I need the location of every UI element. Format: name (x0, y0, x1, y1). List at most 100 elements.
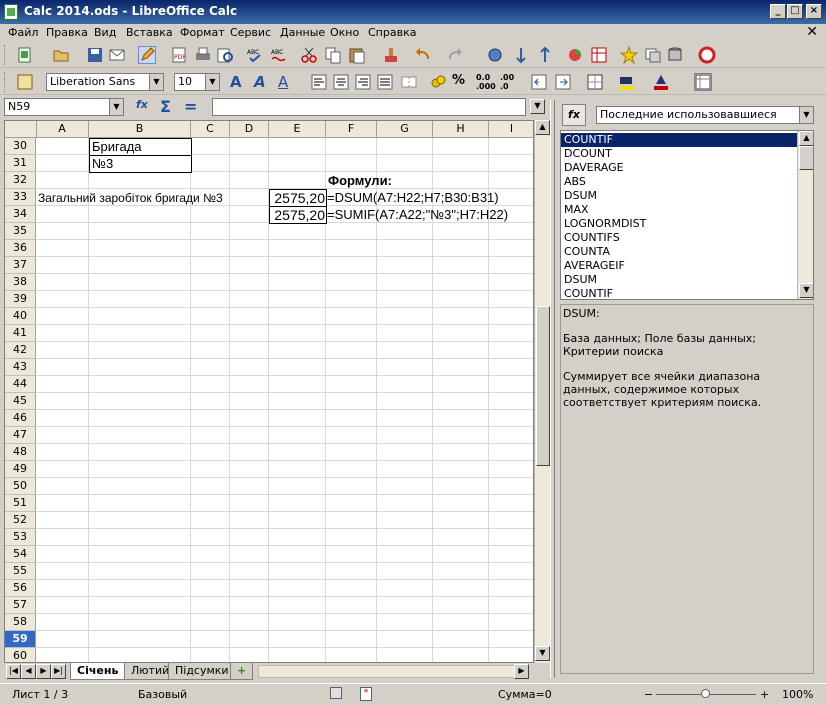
row-header[interactable]: 59 (5, 631, 36, 648)
scroll-up-icon[interactable]: ▲ (535, 120, 550, 135)
row-header[interactable]: 45 (5, 393, 36, 410)
sort-descending-icon[interactable] (536, 46, 554, 64)
row-header[interactable]: 43 (5, 359, 36, 376)
cell-f32[interactable]: Формули: (328, 173, 392, 189)
cell-f33[interactable]: =DSUM(A7:H22;H7;B30:B31) (327, 190, 499, 206)
row-header[interactable]: 54 (5, 546, 36, 563)
merge-cells-icon[interactable] (400, 73, 418, 91)
navigator-icon[interactable] (619, 45, 639, 65)
menu-insert[interactable]: Вставка (126, 26, 173, 39)
next-sheet-icon[interactable]: ▶ (36, 664, 51, 679)
scroll-down-icon[interactable]: ▼ (799, 283, 813, 298)
scroll-thumb[interactable] (799, 146, 813, 170)
prev-sheet-icon[interactable]: ◀ (21, 664, 36, 679)
align-left-icon[interactable] (310, 73, 328, 91)
row-header[interactable]: 48 (5, 444, 36, 461)
column-header-c[interactable]: C (191, 121, 230, 138)
align-center-icon[interactable] (332, 73, 350, 91)
zoom-level[interactable]: 100% (782, 688, 813, 701)
column-header-h[interactable]: H (433, 121, 489, 138)
font-color-icon[interactable] (652, 73, 670, 91)
decrease-indent-icon[interactable] (530, 73, 548, 91)
sidebar-splitter[interactable] (550, 100, 555, 678)
email-icon[interactable] (108, 46, 126, 64)
function-item[interactable]: COUNTA (561, 245, 797, 259)
function-item[interactable]: DSUM (561, 273, 797, 287)
row-header[interactable]: 33 (5, 189, 36, 206)
close-window-button[interactable]: × (806, 4, 822, 19)
chevron-down-icon[interactable]: ▼ (149, 74, 163, 90)
print-icon[interactable] (194, 46, 212, 64)
paste-icon[interactable] (348, 46, 366, 64)
row-header[interactable]: 53 (5, 529, 36, 546)
number-format-icon[interactable]: 0.0.000 (476, 73, 496, 91)
row-header[interactable]: 60 (5, 648, 36, 662)
column-header-f[interactable]: F (326, 121, 377, 138)
styles-icon[interactable] (16, 73, 34, 91)
selection-mode-icon[interactable] (330, 687, 342, 699)
sheet-tab-pidsumky[interactable]: Підсумки (168, 663, 236, 680)
function-wizard-icon[interactable]: fx (136, 98, 154, 116)
cell-a33[interactable]: Загальний заробіток бригади №3 (38, 190, 223, 206)
row-header[interactable]: 32 (5, 172, 36, 189)
row-header[interactable]: 55 (5, 563, 36, 580)
row-header[interactable]: 36 (5, 240, 36, 257)
horizontal-scrollbar[interactable] (258, 665, 518, 678)
function-item[interactable]: COUNTIFS (561, 231, 797, 245)
row-header[interactable]: 40 (5, 308, 36, 325)
menu-edit[interactable]: Правка (46, 26, 88, 39)
row-header[interactable]: 44 (5, 376, 36, 393)
row-header[interactable]: 38 (5, 274, 36, 291)
zoom-slider-thumb[interactable] (701, 689, 710, 698)
chevron-down-icon[interactable]: ▼ (799, 107, 813, 123)
menu-tools[interactable]: Сервис (230, 26, 271, 39)
function-list[interactable]: COUNTIF DCOUNT DAVERAGE ABS DSUM MAX LOG… (560, 130, 814, 300)
row-header[interactable]: 58 (5, 614, 36, 631)
row-header[interactable]: 56 (5, 580, 36, 597)
row-header[interactable]: 31 (5, 155, 36, 172)
expand-formula-bar-icon[interactable]: ▼ (530, 99, 545, 114)
name-box[interactable]: N59 ▼ (4, 98, 124, 116)
bold-icon[interactable]: A (230, 73, 248, 91)
column-header-d[interactable]: D (230, 121, 269, 138)
spreadsheet-grid[interactable]: A B C D E F G H I 30 31 32 33 34 35 36 37 38 39 40… (4, 120, 534, 663)
chevron-down-icon[interactable]: ▼ (109, 99, 123, 115)
italic-icon[interactable]: A (254, 73, 272, 91)
function-wizard-icon[interactable]: fx (562, 104, 586, 126)
undo-icon[interactable] (414, 46, 432, 64)
row-header[interactable]: 49 (5, 461, 36, 478)
justify-icon[interactable] (376, 73, 394, 91)
save-icon[interactable] (86, 46, 104, 64)
column-header-a[interactable]: A (36, 121, 89, 138)
row-header[interactable]: 42 (5, 342, 36, 359)
row-header[interactable]: 51 (5, 495, 36, 512)
row-header[interactable]: 52 (5, 512, 36, 529)
add-sheet-icon[interactable]: + (230, 663, 254, 680)
underline-icon[interactable]: A (278, 73, 296, 91)
scroll-down-icon[interactable]: ▼ (535, 646, 550, 661)
toggle-grid-lines-icon[interactable] (694, 73, 712, 91)
percent-icon[interactable]: % (452, 73, 470, 91)
column-header-e[interactable]: E (269, 121, 326, 138)
cut-icon[interactable] (300, 46, 318, 64)
menu-window[interactable]: Окно (330, 26, 359, 39)
row-header[interactable]: 34 (5, 206, 36, 223)
function-item[interactable]: COUNTIF (561, 133, 797, 147)
data-sources-icon[interactable] (666, 46, 684, 64)
column-header-g[interactable]: G (377, 121, 433, 138)
formula-icon[interactable]: = (184, 97, 202, 116)
function-item[interactable]: AVERAGEIF (561, 259, 797, 273)
function-item[interactable]: DCOUNT (561, 147, 797, 161)
open-icon[interactable] (52, 46, 70, 64)
row-header[interactable]: 50 (5, 478, 36, 495)
close-document-icon[interactable]: ✕ (806, 24, 818, 40)
clone-formatting-icon[interactable] (382, 46, 400, 64)
spellcheck-icon[interactable]: ABC (246, 46, 264, 64)
font-size-select[interactable]: 10 ▼ (174, 73, 220, 91)
row-header[interactable]: 57 (5, 597, 36, 614)
cell-e34[interactable]: 2575,20 (269, 206, 327, 224)
column-header-i[interactable]: I (489, 121, 533, 138)
row-header[interactable]: 46 (5, 410, 36, 427)
copy-icon[interactable] (324, 46, 342, 64)
redo-icon[interactable] (446, 46, 464, 64)
